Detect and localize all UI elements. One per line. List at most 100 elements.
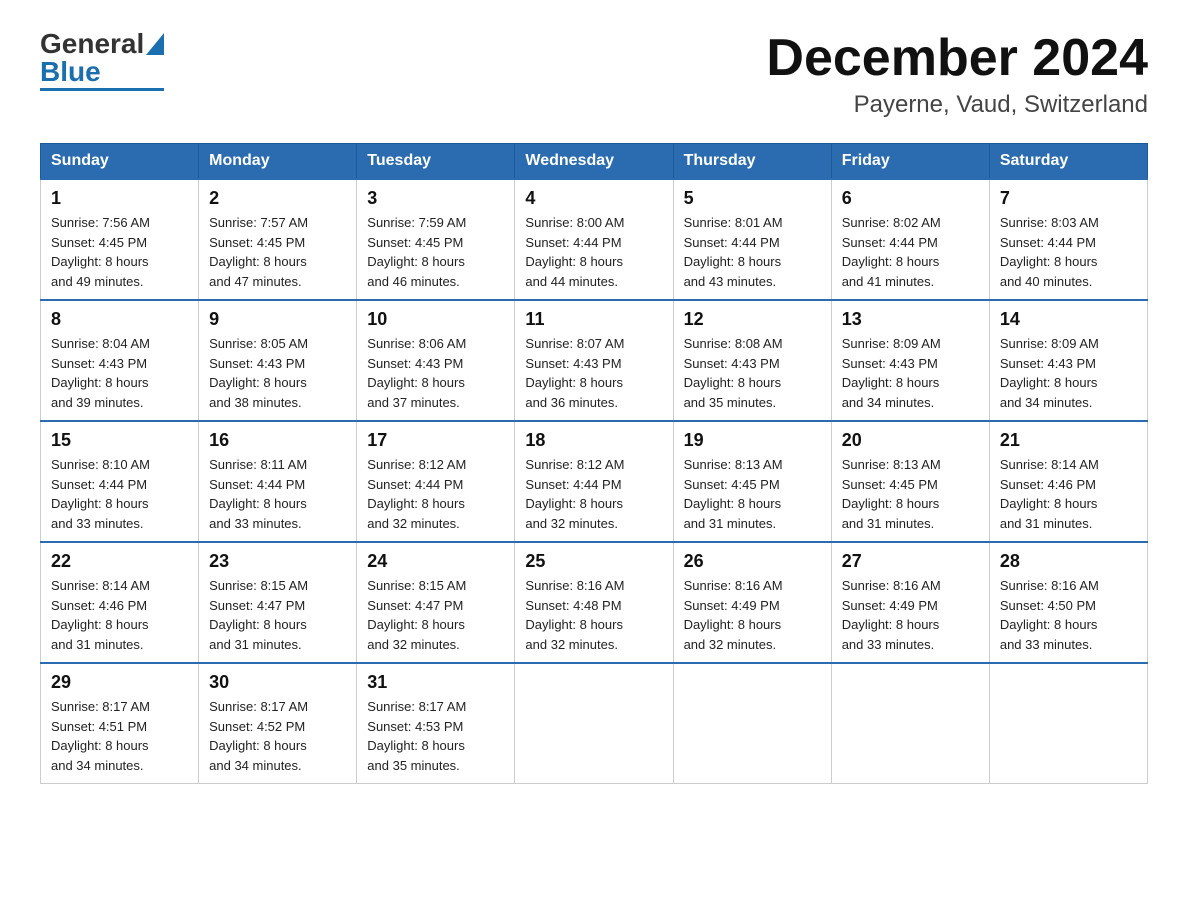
day-info: Sunrise: 8:11 AM Sunset: 4:44 PM Dayligh… (209, 455, 346, 533)
day-info: Sunrise: 7:57 AM Sunset: 4:45 PM Dayligh… (209, 213, 346, 291)
calendar-cell: 16 Sunrise: 8:11 AM Sunset: 4:44 PM Dayl… (199, 421, 357, 542)
day-info: Sunrise: 7:56 AM Sunset: 4:45 PM Dayligh… (51, 213, 188, 291)
day-number: 23 (209, 551, 346, 572)
calendar-cell: 10 Sunrise: 8:06 AM Sunset: 4:43 PM Dayl… (357, 300, 515, 421)
day-info: Sunrise: 8:04 AM Sunset: 4:43 PM Dayligh… (51, 334, 188, 412)
header-tuesday: Tuesday (357, 144, 515, 180)
day-number: 25 (525, 551, 662, 572)
day-number: 11 (525, 309, 662, 330)
day-number: 13 (842, 309, 979, 330)
calendar-cell (989, 663, 1147, 784)
day-number: 29 (51, 672, 188, 693)
calendar-cell: 24 Sunrise: 8:15 AM Sunset: 4:47 PM Dayl… (357, 542, 515, 663)
day-number: 18 (525, 430, 662, 451)
logo: General Blue (40, 30, 164, 91)
day-number: 31 (367, 672, 504, 693)
calendar-cell: 21 Sunrise: 8:14 AM Sunset: 4:46 PM Dayl… (989, 421, 1147, 542)
week-row-3: 15 Sunrise: 8:10 AM Sunset: 4:44 PM Dayl… (41, 421, 1148, 542)
day-info: Sunrise: 8:17 AM Sunset: 4:53 PM Dayligh… (367, 697, 504, 775)
week-row-2: 8 Sunrise: 8:04 AM Sunset: 4:43 PM Dayli… (41, 300, 1148, 421)
calendar-cell: 2 Sunrise: 7:57 AM Sunset: 4:45 PM Dayli… (199, 179, 357, 300)
day-info: Sunrise: 8:14 AM Sunset: 4:46 PM Dayligh… (51, 576, 188, 654)
calendar-cell: 27 Sunrise: 8:16 AM Sunset: 4:49 PM Dayl… (831, 542, 989, 663)
page-header: General Blue December 2024 Payerne, Vaud… (40, 30, 1148, 119)
week-row-5: 29 Sunrise: 8:17 AM Sunset: 4:51 PM Dayl… (41, 663, 1148, 784)
calendar-cell: 12 Sunrise: 8:08 AM Sunset: 4:43 PM Dayl… (673, 300, 831, 421)
header-sunday: Sunday (41, 144, 199, 180)
day-number: 30 (209, 672, 346, 693)
day-info: Sunrise: 8:06 AM Sunset: 4:43 PM Dayligh… (367, 334, 504, 412)
calendar-cell (673, 663, 831, 784)
calendar-cell: 9 Sunrise: 8:05 AM Sunset: 4:43 PM Dayli… (199, 300, 357, 421)
calendar-cell: 13 Sunrise: 8:09 AM Sunset: 4:43 PM Dayl… (831, 300, 989, 421)
calendar-cell: 19 Sunrise: 8:13 AM Sunset: 4:45 PM Dayl… (673, 421, 831, 542)
day-info: Sunrise: 8:09 AM Sunset: 4:43 PM Dayligh… (1000, 334, 1137, 412)
calendar-cell: 15 Sunrise: 8:10 AM Sunset: 4:44 PM Dayl… (41, 421, 199, 542)
day-info: Sunrise: 8:13 AM Sunset: 4:45 PM Dayligh… (684, 455, 821, 533)
calendar-cell: 11 Sunrise: 8:07 AM Sunset: 4:43 PM Dayl… (515, 300, 673, 421)
day-info: Sunrise: 8:16 AM Sunset: 4:49 PM Dayligh… (842, 576, 979, 654)
calendar-cell: 18 Sunrise: 8:12 AM Sunset: 4:44 PM Dayl… (515, 421, 673, 542)
day-info: Sunrise: 8:15 AM Sunset: 4:47 PM Dayligh… (209, 576, 346, 654)
day-info: Sunrise: 8:16 AM Sunset: 4:49 PM Dayligh… (684, 576, 821, 654)
day-number: 4 (525, 188, 662, 209)
calendar-cell: 4 Sunrise: 8:00 AM Sunset: 4:44 PM Dayli… (515, 179, 673, 300)
calendar-cell: 17 Sunrise: 8:12 AM Sunset: 4:44 PM Dayl… (357, 421, 515, 542)
day-info: Sunrise: 8:16 AM Sunset: 4:50 PM Dayligh… (1000, 576, 1137, 654)
day-info: Sunrise: 8:12 AM Sunset: 4:44 PM Dayligh… (367, 455, 504, 533)
calendar-cell: 6 Sunrise: 8:02 AM Sunset: 4:44 PM Dayli… (831, 179, 989, 300)
calendar-cell: 25 Sunrise: 8:16 AM Sunset: 4:48 PM Dayl… (515, 542, 673, 663)
logo-triangle-icon (146, 33, 164, 55)
calendar-cell: 8 Sunrise: 8:04 AM Sunset: 4:43 PM Dayli… (41, 300, 199, 421)
header-thursday: Thursday (673, 144, 831, 180)
day-info: Sunrise: 8:01 AM Sunset: 4:44 PM Dayligh… (684, 213, 821, 291)
day-info: Sunrise: 8:12 AM Sunset: 4:44 PM Dayligh… (525, 455, 662, 533)
day-number: 15 (51, 430, 188, 451)
day-info: Sunrise: 8:17 AM Sunset: 4:51 PM Dayligh… (51, 697, 188, 775)
week-row-1: 1 Sunrise: 7:56 AM Sunset: 4:45 PM Dayli… (41, 179, 1148, 300)
day-number: 5 (684, 188, 821, 209)
day-number: 10 (367, 309, 504, 330)
calendar-cell (515, 663, 673, 784)
day-info: Sunrise: 8:07 AM Sunset: 4:43 PM Dayligh… (525, 334, 662, 412)
day-number: 28 (1000, 551, 1137, 572)
calendar-cell: 31 Sunrise: 8:17 AM Sunset: 4:53 PM Dayl… (357, 663, 515, 784)
day-number: 20 (842, 430, 979, 451)
header-row: Sunday Monday Tuesday Wednesday Thursday… (41, 144, 1148, 180)
day-number: 6 (842, 188, 979, 209)
calendar-title: December 2024 (766, 30, 1148, 87)
day-number: 3 (367, 188, 504, 209)
day-info: Sunrise: 7:59 AM Sunset: 4:45 PM Dayligh… (367, 213, 504, 291)
day-number: 19 (684, 430, 821, 451)
day-info: Sunrise: 8:08 AM Sunset: 4:43 PM Dayligh… (684, 334, 821, 412)
day-number: 8 (51, 309, 188, 330)
day-number: 14 (1000, 309, 1137, 330)
logo-underline (40, 88, 164, 91)
day-number: 7 (1000, 188, 1137, 209)
calendar-cell: 30 Sunrise: 8:17 AM Sunset: 4:52 PM Dayl… (199, 663, 357, 784)
day-info: Sunrise: 8:16 AM Sunset: 4:48 PM Dayligh… (525, 576, 662, 654)
day-number: 22 (51, 551, 188, 572)
calendar-cell: 1 Sunrise: 7:56 AM Sunset: 4:45 PM Dayli… (41, 179, 199, 300)
header-monday: Monday (199, 144, 357, 180)
calendar-table: Sunday Monday Tuesday Wednesday Thursday… (40, 143, 1148, 784)
calendar-cell (831, 663, 989, 784)
title-block: December 2024 Payerne, Vaud, Switzerland (766, 30, 1148, 119)
calendar-cell: 3 Sunrise: 7:59 AM Sunset: 4:45 PM Dayli… (357, 179, 515, 300)
calendar-location: Payerne, Vaud, Switzerland (766, 91, 1148, 119)
calendar-cell: 23 Sunrise: 8:15 AM Sunset: 4:47 PM Dayl… (199, 542, 357, 663)
day-info: Sunrise: 8:09 AM Sunset: 4:43 PM Dayligh… (842, 334, 979, 412)
calendar-cell: 5 Sunrise: 8:01 AM Sunset: 4:44 PM Dayli… (673, 179, 831, 300)
calendar-cell: 26 Sunrise: 8:16 AM Sunset: 4:49 PM Dayl… (673, 542, 831, 663)
day-number: 12 (684, 309, 821, 330)
day-info: Sunrise: 8:13 AM Sunset: 4:45 PM Dayligh… (842, 455, 979, 533)
calendar-cell: 28 Sunrise: 8:16 AM Sunset: 4:50 PM Dayl… (989, 542, 1147, 663)
day-number: 16 (209, 430, 346, 451)
calendar-cell: 22 Sunrise: 8:14 AM Sunset: 4:46 PM Dayl… (41, 542, 199, 663)
header-saturday: Saturday (989, 144, 1147, 180)
calendar-cell: 29 Sunrise: 8:17 AM Sunset: 4:51 PM Dayl… (41, 663, 199, 784)
header-wednesday: Wednesday (515, 144, 673, 180)
logo-general-text: General (40, 30, 144, 58)
logo-blue-text: Blue (40, 58, 101, 86)
calendar-cell: 14 Sunrise: 8:09 AM Sunset: 4:43 PM Dayl… (989, 300, 1147, 421)
